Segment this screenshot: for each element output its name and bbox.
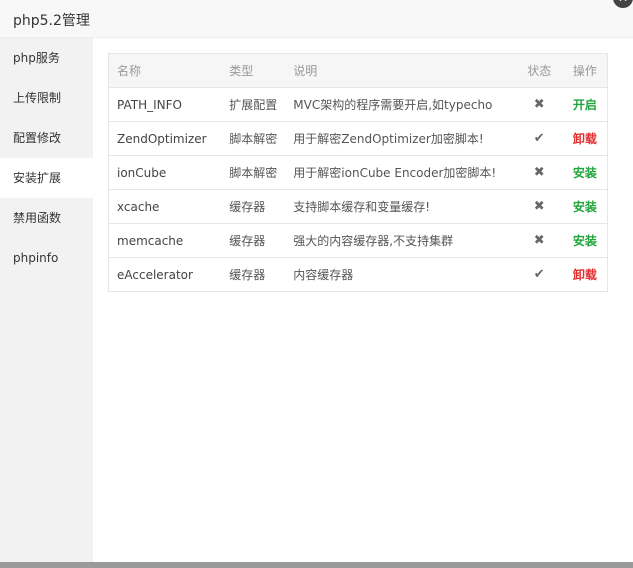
extension-type: 缓存器 — [221, 189, 286, 224]
table-header-row: 名称 类型 说明 状态 操作 — [108, 53, 608, 88]
column-header-description: 说明 — [285, 53, 516, 88]
dialog-title: php5.2管理 — [13, 13, 90, 29]
extension-name: ionCube — [108, 155, 222, 190]
extension-description: MVC架构的程序需要开启,如typecho — [285, 87, 516, 122]
column-header-name: 名称 — [108, 53, 222, 88]
sidebar-item-disabled-functions[interactable]: 禁用函数 — [0, 198, 93, 238]
check-icon: ✔ — [515, 121, 563, 156]
extension-description: 强大的内容缓存器,不支持集群 — [285, 223, 516, 258]
extension-description: 内容缓存器 — [285, 257, 516, 292]
background-page-strip — [0, 562, 633, 568]
extension-description: 用于解密ZendOptimizer加密脚本! — [285, 121, 516, 156]
extension-type: 缓存器 — [221, 257, 286, 292]
main-content: 名称 类型 说明 状态 操作 PATH_INFO 扩展配置 MVC架构的程序需要… — [93, 38, 633, 568]
extension-name: eAccelerator — [108, 257, 222, 292]
table-row: eAccelerator 缓存器 内容缓存器 ✔ 卸载 — [108, 257, 608, 292]
table-row: xcache 缓存器 支持脚本缓存和变量缓存! ✖ 安装 — [108, 189, 608, 224]
table-row: ionCube 脚本解密 用于解密ionCube Encoder加密脚本! ✖ … — [108, 155, 608, 190]
sidebar-item-php-service[interactable]: php服务 — [0, 38, 93, 78]
extension-type: 缓存器 — [221, 223, 286, 258]
column-header-status: 状态 — [515, 53, 563, 88]
dialog-titlebar: php5.2管理 ✕ — [0, 0, 633, 38]
install-button[interactable]: 安装 — [573, 200, 597, 214]
extension-type: 脚本解密 — [221, 155, 286, 190]
extensions-table: 名称 类型 说明 状态 操作 PATH_INFO 扩展配置 MVC架构的程序需要… — [108, 53, 608, 292]
install-button[interactable]: 安装 — [573, 166, 597, 180]
sidebar-item-config-edit[interactable]: 配置修改 — [0, 118, 93, 158]
sidebar-item-install-extension[interactable]: 安装扩展 — [0, 158, 93, 198]
extension-name: PATH_INFO — [108, 87, 222, 122]
extension-name: memcache — [108, 223, 222, 258]
extension-type: 脚本解密 — [221, 121, 286, 156]
close-icon[interactable]: ✕ — [613, 0, 633, 8]
extension-type: 扩展配置 — [221, 87, 286, 122]
install-button[interactable]: 安装 — [573, 234, 597, 248]
extension-description: 用于解密ionCube Encoder加密脚本! — [285, 155, 516, 190]
extension-name: ZendOptimizer — [108, 121, 222, 156]
cross-icon: ✖ — [515, 189, 563, 224]
sidebar-item-phpinfo[interactable]: phpinfo — [0, 238, 93, 278]
cross-icon: ✖ — [515, 87, 563, 122]
enable-button[interactable]: 开启 — [573, 98, 597, 112]
uninstall-button[interactable]: 卸载 — [573, 268, 597, 282]
uninstall-button[interactable]: 卸载 — [573, 132, 597, 146]
sidebar-item-upload-limit[interactable]: 上传限制 — [0, 78, 93, 118]
column-header-action: 操作 — [562, 53, 608, 88]
table-row: memcache 缓存器 强大的内容缓存器,不支持集群 ✖ 安装 — [108, 223, 608, 258]
table-row: ZendOptimizer 脚本解密 用于解密ZendOptimizer加密脚本… — [108, 121, 608, 156]
cross-icon: ✖ — [515, 155, 563, 190]
cross-icon: ✖ — [515, 223, 563, 258]
extension-name: xcache — [108, 189, 222, 224]
check-icon: ✔ — [515, 257, 563, 292]
extension-description: 支持脚本缓存和变量缓存! — [285, 189, 516, 224]
table-row: PATH_INFO 扩展配置 MVC架构的程序需要开启,如typecho ✖ 开… — [108, 87, 608, 122]
column-header-type: 类型 — [221, 53, 286, 88]
sidebar: php服务 上传限制 配置修改 安装扩展 禁用函数 phpinfo — [0, 38, 93, 568]
